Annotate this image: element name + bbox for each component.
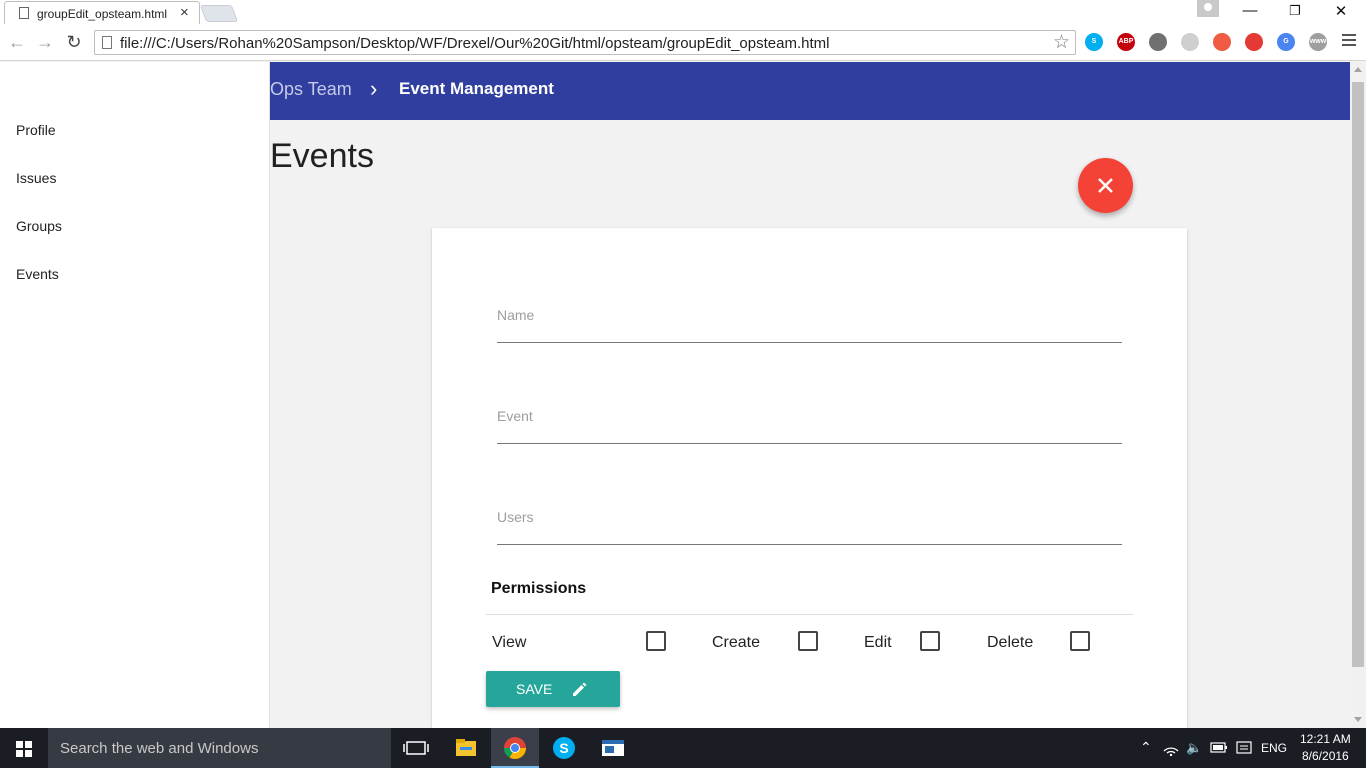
event-input[interactable] bbox=[497, 408, 1122, 424]
permission-checkbox-edit[interactable] bbox=[920, 631, 940, 651]
sidebar-item-issues[interactable]: Issues bbox=[16, 170, 56, 186]
sidebar: Profile Issues Groups Events bbox=[0, 62, 270, 728]
file-explorer-icon[interactable] bbox=[442, 728, 490, 768]
divider bbox=[486, 614, 1133, 615]
chevron-right-icon: › bbox=[370, 76, 378, 101]
browser-toolbar: ← → ↻ file:///C:/Users/Rohan%20Sampson/D… bbox=[0, 24, 1366, 61]
volume-icon[interactable]: 🔈 bbox=[1186, 740, 1202, 756]
browser-tab-strip: groupEdit_opsteam.html × — ❐ ✕ bbox=[0, 0, 1366, 24]
language-indicator[interactable]: ENG bbox=[1261, 741, 1287, 755]
users-input[interactable] bbox=[497, 509, 1122, 525]
browser-menu-icon[interactable] bbox=[1342, 34, 1356, 49]
back-icon[interactable]: ← bbox=[6, 32, 28, 53]
new-tab-button[interactable] bbox=[199, 5, 239, 22]
sidebar-item-events[interactable]: Events bbox=[16, 266, 59, 282]
lightbulb-icon[interactable] bbox=[1149, 33, 1167, 51]
name-input[interactable] bbox=[497, 307, 1122, 323]
target-icon[interactable] bbox=[1245, 33, 1263, 51]
clock-time[interactable]: 12:21 AM bbox=[1300, 732, 1351, 746]
restore-icon[interactable]: ❐ bbox=[1285, 3, 1305, 19]
close-fab-button[interactable] bbox=[1078, 158, 1133, 213]
breadcrumb-current: Event Management bbox=[399, 79, 554, 98]
taskbar-search[interactable]: Search the web and Windows bbox=[48, 728, 391, 768]
permissions-heading: Permissions bbox=[491, 580, 587, 597]
no-tracking-icon[interactable] bbox=[1213, 33, 1231, 51]
reload-icon[interactable]: ↻ bbox=[63, 32, 85, 53]
permission-label-delete: Delete bbox=[987, 634, 1034, 651]
tab-title: groupEdit_opsteam.html bbox=[37, 7, 168, 21]
refresh-extension-icon[interactable] bbox=[1181, 33, 1199, 51]
scroll-down-icon[interactable] bbox=[1354, 717, 1362, 722]
permission-checkbox-create[interactable] bbox=[798, 631, 818, 651]
save-button-label: SAVE bbox=[516, 681, 553, 697]
svg-text:S: S bbox=[559, 740, 568, 756]
forward-icon[interactable]: → bbox=[34, 32, 56, 53]
breadcrumb-ops-team[interactable]: Ops Team bbox=[270, 79, 352, 100]
clock-date[interactable]: 8/6/2016 bbox=[1302, 749, 1349, 763]
taskbar-search-placeholder: Search the web and Windows bbox=[60, 740, 259, 757]
close-icon bbox=[1098, 178, 1113, 193]
google-translate-icon[interactable]: G bbox=[1277, 33, 1295, 51]
chrome-icon[interactable] bbox=[491, 728, 539, 768]
tab-close-icon[interactable]: × bbox=[180, 4, 189, 21]
page-title: Events bbox=[270, 137, 374, 175]
scrollbar-thumb[interactable] bbox=[1352, 82, 1364, 667]
action-center-icon[interactable] bbox=[1236, 740, 1252, 756]
permission-label-view: View bbox=[492, 634, 527, 651]
bookmark-star-icon[interactable]: ☆ bbox=[1053, 31, 1070, 54]
windows-start-icon[interactable] bbox=[16, 741, 32, 757]
page-scrollbar[interactable] bbox=[1350, 62, 1366, 728]
page-icon bbox=[102, 36, 112, 49]
minimize-icon[interactable]: — bbox=[1240, 2, 1260, 19]
permission-checkbox-view[interactable] bbox=[646, 631, 666, 651]
permission-label-edit: Edit bbox=[864, 634, 892, 651]
tray-chevron-up-icon[interactable]: ⌃ bbox=[1140, 739, 1152, 756]
event-form-card: Permissions View Create Edit Delete SAVE bbox=[432, 228, 1187, 728]
battery-icon[interactable] bbox=[1210, 742, 1228, 754]
sidebar-item-profile[interactable]: Profile bbox=[16, 122, 56, 138]
www-icon[interactable]: www bbox=[1309, 33, 1327, 51]
permission-checkbox-delete[interactable] bbox=[1070, 631, 1090, 651]
skype-taskbar-icon[interactable]: S bbox=[540, 728, 588, 768]
windows-taskbar: Search the web and Windows S ⌃ 🔈 ENG 12:… bbox=[0, 728, 1366, 768]
event-field bbox=[497, 404, 1122, 444]
users-field bbox=[497, 505, 1122, 545]
save-button[interactable]: SAVE bbox=[486, 671, 620, 707]
app-window-icon[interactable] bbox=[589, 728, 637, 768]
sidebar-item-groups[interactable]: Groups bbox=[16, 218, 62, 234]
browser-tab[interactable]: groupEdit_opsteam.html × bbox=[4, 1, 200, 24]
document-icon bbox=[19, 7, 29, 19]
address-bar[interactable]: file:///C:/Users/Rohan%20Sampson/Desktop… bbox=[94, 30, 1076, 55]
skype-icon[interactable]: S bbox=[1085, 33, 1103, 51]
pencil-icon bbox=[573, 682, 587, 696]
wifi-icon[interactable] bbox=[1163, 740, 1179, 756]
adblock-plus-icon[interactable]: ABP bbox=[1117, 33, 1135, 51]
scroll-up-icon[interactable] bbox=[1354, 67, 1362, 72]
user-profile-icon[interactable] bbox=[1197, 0, 1219, 17]
app-header: Ops Team › Event Management bbox=[270, 62, 1350, 120]
permission-label-create: Create bbox=[712, 634, 761, 651]
url-text[interactable]: file:///C:/Users/Rohan%20Sampson/Desktop… bbox=[120, 35, 829, 52]
window-close-icon[interactable]: ✕ bbox=[1331, 2, 1351, 20]
task-view-icon[interactable] bbox=[392, 728, 440, 768]
name-field bbox=[497, 303, 1122, 343]
